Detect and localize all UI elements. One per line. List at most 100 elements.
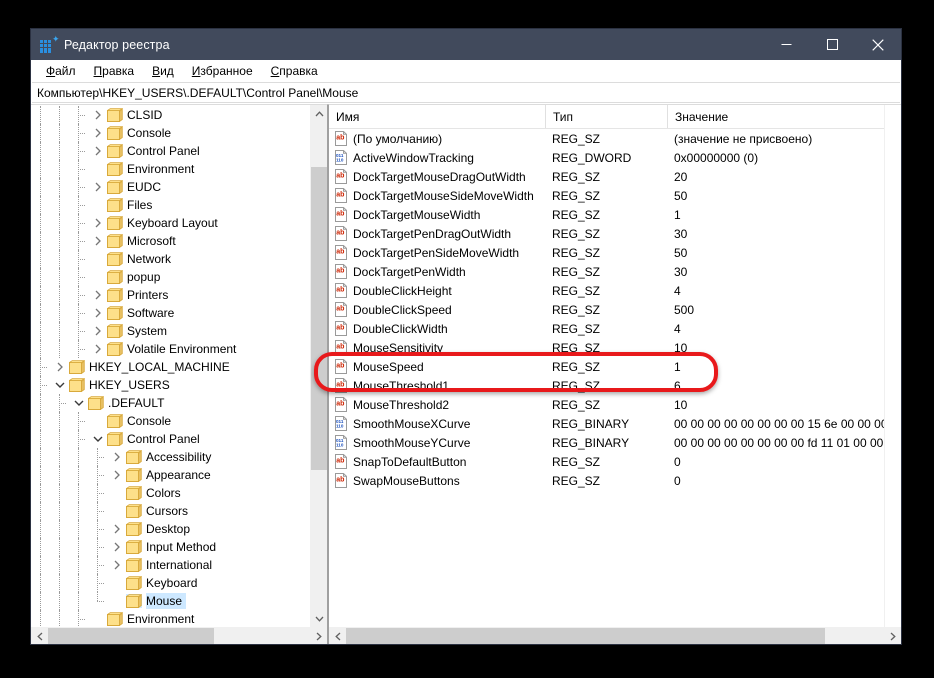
- tree-node-international[interactable]: International: [31, 556, 310, 574]
- tree-node-hkey-users[interactable]: HKEY_USERS: [31, 376, 310, 394]
- chevron-right-icon[interactable]: [50, 358, 69, 376]
- table-row[interactable]: ab MouseThreshold1 REG_SZ 6: [329, 376, 884, 395]
- tree-node-keyboard[interactable]: Keyboard: [31, 574, 310, 592]
- table-row[interactable]: ab MouseSensitivity REG_SZ 10: [329, 338, 884, 357]
- chevron-right-icon[interactable]: [88, 124, 107, 142]
- table-row[interactable]: ab DoubleClickWidth REG_SZ 4: [329, 319, 884, 338]
- menu-item-3[interactable]: Избранное: [183, 62, 262, 81]
- tree-node-volatile-environment[interactable]: Volatile Environment: [31, 340, 310, 358]
- tree-node-input-method[interactable]: Input Method: [31, 538, 310, 556]
- chevron-right-icon[interactable]: [88, 304, 107, 322]
- chevron-right-icon[interactable]: [88, 232, 107, 250]
- close-button[interactable]: [855, 29, 901, 60]
- tree-node-mouse[interactable]: Mouse: [31, 592, 310, 610]
- column-header-name[interactable]: Имя: [329, 105, 545, 128]
- chevron-right-icon[interactable]: [88, 214, 107, 232]
- chevron-down-icon[interactable]: [50, 376, 69, 394]
- values-hscroll-thumb[interactable]: [346, 628, 825, 644]
- tree-node-control-panel[interactable]: Control Panel: [31, 430, 310, 448]
- maximize-button[interactable]: [809, 29, 855, 60]
- tree-node--default[interactable]: .DEFAULT: [31, 394, 310, 412]
- table-row[interactable]: ab DockTargetMouseWidth REG_SZ 1: [329, 205, 884, 224]
- column-header-value[interactable]: Значение: [667, 105, 884, 128]
- scroll-down-icon[interactable]: [311, 610, 327, 627]
- tree-node-cursors[interactable]: Cursors: [31, 502, 310, 520]
- tree-node-system[interactable]: System: [31, 322, 310, 340]
- tree-node-printers[interactable]: Printers: [31, 286, 310, 304]
- tree-node-eudc[interactable]: EUDC: [31, 178, 310, 196]
- scroll-left-icon[interactable]: [31, 628, 48, 644]
- table-row[interactable]: ab (По умолчанию) REG_SZ (значение не присв…: [329, 129, 884, 148]
- tree-node-software[interactable]: Software: [31, 304, 310, 322]
- address-bar[interactable]: Компьютер\HKEY_USERS\.DEFAULT\Control Pa…: [32, 82, 900, 103]
- chevron-right-icon[interactable]: [88, 340, 107, 358]
- tree-node-popup[interactable]: popup: [31, 268, 310, 286]
- tree-node-console[interactable]: Console: [31, 412, 310, 430]
- menu-item-2[interactable]: Вид: [143, 62, 183, 81]
- chevron-down-icon[interactable]: [88, 430, 107, 448]
- tree-node-hkey-local-machine[interactable]: HKEY_LOCAL_MACHINE: [31, 358, 310, 376]
- folder-icon: [107, 180, 123, 194]
- values-scroll-right-icon[interactable]: [884, 628, 901, 644]
- table-row[interactable]: ab SwapMouseButtons REG_SZ 0: [329, 471, 884, 490]
- tree-scroll-thumb[interactable]: [311, 167, 327, 470]
- values-hscroll-track[interactable]: [346, 628, 884, 644]
- column-header-type[interactable]: Тип: [545, 105, 667, 128]
- tree-node-accessibility[interactable]: Accessibility: [31, 448, 310, 466]
- tree-vertical-scrollbar[interactable]: [310, 105, 327, 627]
- tree-horizontal-scrollbar[interactable]: [31, 627, 327, 644]
- chevron-right-icon[interactable]: [88, 106, 107, 124]
- tree-node-environment[interactable]: Environment: [31, 160, 310, 178]
- title-bar[interactable]: ✦ Редактор реестра: [31, 29, 901, 60]
- chevron-right-icon[interactable]: [88, 322, 107, 340]
- registry-tree[interactable]: CLSID Console Control Panel Environment EUDC…: [31, 105, 310, 627]
- tree-scroll-track[interactable]: [311, 122, 327, 610]
- table-row[interactable]: ab DockTargetMouseDragOutWidth REG_SZ 20: [329, 167, 884, 186]
- menu-item-1[interactable]: Правка: [85, 62, 144, 81]
- chevron-right-icon[interactable]: [88, 142, 107, 160]
- tree-hscroll-thumb[interactable]: [48, 628, 214, 644]
- table-row[interactable]: ab DockTargetPenSideMoveWidth REG_SZ 50: [329, 243, 884, 262]
- chevron-right-icon[interactable]: [88, 286, 107, 304]
- tree-node-files[interactable]: Files: [31, 196, 310, 214]
- svg-text:ab: ab: [336, 268, 344, 275]
- registry-values-list[interactable]: ab (По умолчанию) REG_SZ (значение не присв…: [329, 129, 884, 627]
- chevron-right-icon[interactable]: [107, 556, 126, 574]
- tree-node-console[interactable]: Console: [31, 124, 310, 142]
- table-row[interactable]: ab MouseThreshold2 REG_SZ 10: [329, 395, 884, 414]
- tree-node-appearance[interactable]: Appearance: [31, 466, 310, 484]
- table-row[interactable]: ab DoubleClickHeight REG_SZ 4: [329, 281, 884, 300]
- menu-item-4[interactable]: Справка: [262, 62, 327, 81]
- tree-node-control-panel[interactable]: Control Panel: [31, 142, 310, 160]
- tree-hscroll-track[interactable]: [48, 628, 310, 644]
- table-row[interactable]: 011 110 ActiveWindowTracking REG_DWORD 0x000…: [329, 148, 884, 167]
- scroll-up-icon[interactable]: [311, 105, 327, 122]
- table-row[interactable]: 011 110 SmoothMouseXCurve REG_BINARY 00 00 0…: [329, 414, 884, 433]
- chevron-right-icon[interactable]: [107, 466, 126, 484]
- tree-node-colors[interactable]: Colors: [31, 484, 310, 502]
- minimize-button[interactable]: [763, 29, 809, 60]
- scroll-right-icon[interactable]: [310, 628, 327, 644]
- table-row[interactable]: 011 110 SmoothMouseYCurve REG_BINARY 00 00 0…: [329, 433, 884, 452]
- value-name-label: DoubleClickHeight: [353, 283, 452, 298]
- menu-item-0[interactable]: Файл: [37, 62, 85, 81]
- table-row[interactable]: ab SnapToDefaultButton REG_SZ 0: [329, 452, 884, 471]
- tree-node-keyboard-layout[interactable]: Keyboard Layout: [31, 214, 310, 232]
- chevron-down-icon[interactable]: [69, 394, 88, 412]
- table-row[interactable]: ab DockTargetMouseSideMoveWidth REG_SZ 50: [329, 186, 884, 205]
- table-row[interactable]: ab DockTargetPenDragOutWidth REG_SZ 30: [329, 224, 884, 243]
- table-row[interactable]: ab DockTargetPenWidth REG_SZ 30: [329, 262, 884, 281]
- tree-node-network[interactable]: Network: [31, 250, 310, 268]
- tree-node-environment[interactable]: Environment: [31, 610, 310, 627]
- chevron-right-icon[interactable]: [107, 538, 126, 556]
- tree-node-microsoft[interactable]: Microsoft: [31, 232, 310, 250]
- values-horizontal-scrollbar[interactable]: [329, 627, 901, 644]
- table-row[interactable]: ab DoubleClickSpeed REG_SZ 500: [329, 300, 884, 319]
- table-row[interactable]: ab MouseSpeed REG_SZ 1: [329, 357, 884, 376]
- tree-node-desktop[interactable]: Desktop: [31, 520, 310, 538]
- chevron-right-icon[interactable]: [88, 178, 107, 196]
- chevron-right-icon[interactable]: [107, 448, 126, 466]
- values-scroll-left-icon[interactable]: [329, 628, 346, 644]
- tree-node-clsid[interactable]: CLSID: [31, 106, 310, 124]
- chevron-right-icon[interactable]: [107, 520, 126, 538]
